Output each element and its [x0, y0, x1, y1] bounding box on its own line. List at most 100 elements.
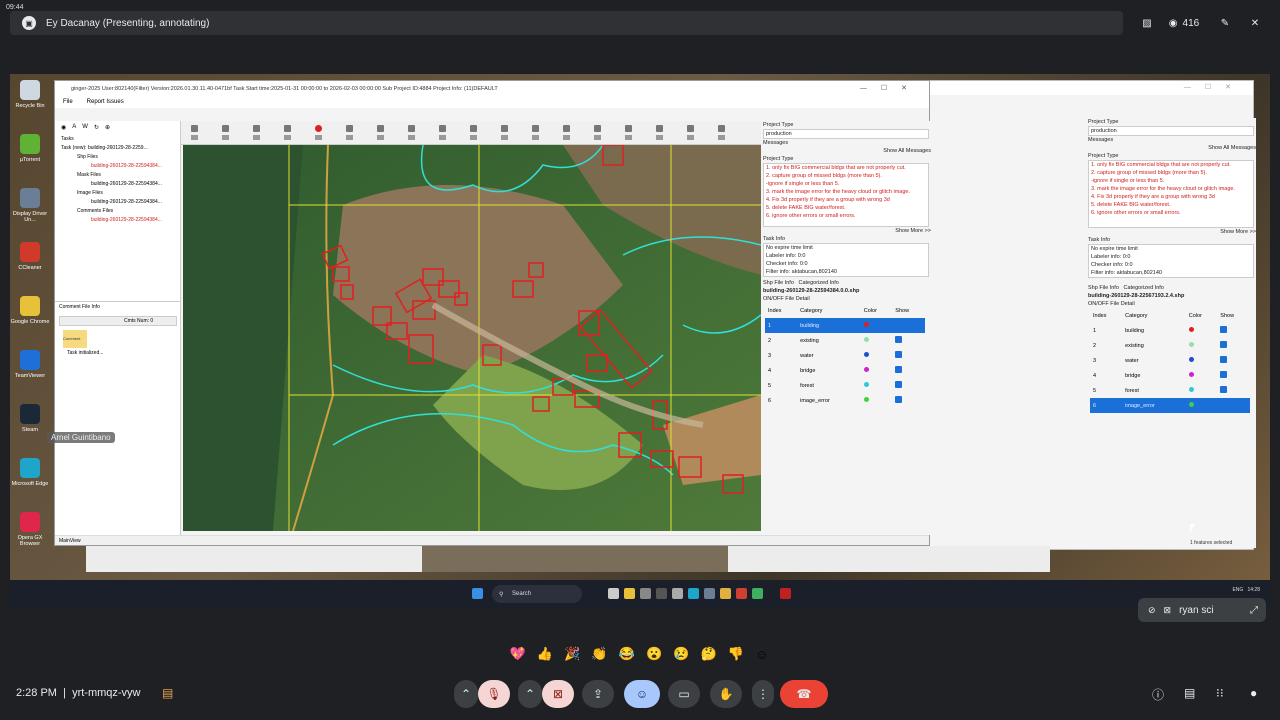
color-swatch[interactable] — [1188, 357, 1194, 362]
desktop-icon[interactable]: Display Driver Un... — [10, 188, 50, 238]
tree-task[interactable]: Task (new): building-260129-28-2259... — [55, 144, 180, 153]
desktop-icon[interactable]: Google Chrome — [10, 296, 50, 346]
text-w-icon[interactable]: W — [82, 124, 88, 130]
edit-tool-icon[interactable] — [594, 125, 601, 132]
table-row[interactable]: 5 forest — [1090, 383, 1250, 398]
tool-icon[interactable] — [222, 135, 229, 140]
cursor-tool-icon[interactable] — [191, 125, 198, 132]
app-taskbar-icon[interactable] — [752, 588, 763, 599]
tree-image-file[interactable]: building-260129-28-22594384... — [55, 198, 180, 207]
desktop-icon[interactable]: Microsoft Edge — [10, 458, 50, 508]
camera-toggle-button[interactable]: ⊠ — [542, 680, 574, 708]
desktop-icon[interactable]: Steam — [10, 404, 50, 454]
raise-hand-button[interactable]: ✋ — [710, 680, 742, 708]
thumbs-up-reaction[interactable]: 👍 — [537, 646, 553, 662]
color-swatch[interactable] — [863, 367, 869, 372]
desktop-icon[interactable]: TeamViewer — [10, 350, 50, 400]
zoom-in-tool-icon[interactable] — [253, 125, 260, 132]
tool-icon[interactable] — [656, 135, 663, 140]
rect-tool-icon[interactable] — [408, 125, 415, 132]
host-controls-icon[interactable]: ▤ — [162, 686, 173, 700]
participants-button[interactable]: ◉ 416 — [1162, 13, 1206, 33]
color-swatch[interactable] — [863, 397, 869, 402]
show-checkbox[interactable] — [1220, 386, 1228, 393]
show-all-messages-link[interactable]: Show All Messages — [761, 147, 931, 155]
desktop-icon[interactable]: CCleaner — [10, 242, 50, 292]
show-checkbox[interactable] — [895, 366, 903, 373]
thumbs-down-reaction[interactable]: 👎 — [728, 646, 744, 662]
color-swatch[interactable] — [1188, 387, 1194, 392]
present-screen-button[interactable]: ⇪ — [582, 680, 614, 708]
tool-icon[interactable] — [377, 135, 384, 140]
show-checkbox[interactable] — [895, 321, 903, 328]
steam-taskbar-icon[interactable] — [656, 588, 667, 599]
self-view-tile[interactable]: ⊘ ⊠ ryan sci ⤢ — [1138, 598, 1266, 622]
windows-start-icon[interactable] — [472, 588, 483, 599]
radio-icon[interactable]: ◉ — [61, 124, 66, 131]
comment-sticky-note[interactable]: Comment — [63, 330, 87, 348]
record-tool-icon[interactable] — [315, 125, 322, 132]
table-row[interactable]: 4 bridge — [765, 363, 925, 378]
expand-icon[interactable]: ⤢ — [1250, 605, 1258, 616]
task-view-icon[interactable] — [608, 588, 619, 599]
color-swatch[interactable] — [1188, 327, 1194, 332]
tool-icon[interactable] — [284, 135, 291, 140]
snap-tool-icon[interactable] — [563, 125, 570, 132]
laugh-reaction[interactable]: 😂 — [619, 646, 635, 662]
app-taskbar-icon[interactable] — [780, 588, 791, 599]
menu-file[interactable]: File — [63, 99, 73, 105]
tree-root[interactable]: Tasks — [55, 135, 180, 144]
tool-icon[interactable] — [563, 135, 570, 140]
undo-tool-icon[interactable] — [656, 125, 663, 132]
color-swatch[interactable] — [863, 337, 869, 342]
show-checkbox[interactable] — [1220, 401, 1228, 408]
table-row[interactable]: 5 forest — [765, 378, 925, 393]
tool-icon[interactable] — [253, 135, 260, 140]
host-lock-icon[interactable]: ● — [1250, 686, 1257, 700]
table-row[interactable]: 1 building — [1090, 323, 1250, 338]
app-taskbar-icon[interactable] — [672, 588, 683, 599]
audio-options-chevron[interactable]: ⌃ — [454, 680, 478, 708]
tool-icon[interactable] — [315, 135, 322, 140]
explorer-taskbar-icon[interactable] — [720, 588, 731, 599]
chat-icon[interactable]: ▤ — [1184, 686, 1195, 700]
desktop-icon[interactable]: Recycle Bin — [10, 80, 50, 130]
onoff-file-detail-checkbox[interactable]: ON/OFF File Detail — [761, 295, 931, 303]
tool-icon[interactable] — [191, 135, 198, 140]
tool-icon[interactable] — [532, 135, 539, 140]
app-taskbar-icon[interactable] — [704, 588, 715, 599]
color-swatch[interactable] — [1188, 402, 1194, 407]
tree-shp-group[interactable]: Shp Files — [55, 153, 180, 162]
surprised-reaction[interactable]: 😮 — [646, 646, 662, 662]
settings-icon[interactable]: ⊕ — [105, 124, 110, 131]
mic-toggle-button[interactable]: 🎙 — [478, 680, 510, 708]
table-row[interactable]: 6 image_error — [1090, 398, 1250, 413]
app-taskbar-icon[interactable] — [640, 588, 651, 599]
tool-icon[interactable] — [687, 135, 694, 140]
show-checkbox[interactable] — [895, 351, 903, 358]
grid-tool-icon[interactable] — [718, 125, 725, 132]
menu-report-issues[interactable]: Report Issues — [87, 99, 124, 105]
sad-reaction[interactable]: 😢 — [673, 646, 689, 662]
tool-icon[interactable] — [594, 135, 601, 140]
layers-tool-icon[interactable] — [222, 125, 229, 132]
chrome-taskbar-icon[interactable] — [624, 588, 635, 599]
leave-call-button[interactable]: ☎ — [780, 680, 828, 708]
meeting-info-icon[interactable]: ⓘ — [1152, 686, 1164, 703]
tree-image-group[interactable]: Image Files — [55, 189, 180, 198]
show-checkbox[interactable] — [895, 336, 903, 343]
table-row[interactable]: 6 image_error — [765, 393, 925, 408]
split-tool-icon[interactable] — [501, 125, 508, 132]
table-row[interactable]: 4 bridge — [1090, 368, 1250, 383]
color-swatch[interactable] — [863, 352, 869, 357]
satellite-map-canvas[interactable] — [183, 145, 761, 531]
table-row[interactable]: 3 water — [1090, 353, 1250, 368]
tool-icon[interactable] — [408, 135, 415, 140]
ginger-app-window[interactable]: ginger-2025 User:802140(Filter) Version:… — [54, 80, 931, 546]
zoom-out-tool-icon[interactable] — [284, 125, 291, 132]
tool-icon[interactable] — [718, 135, 725, 140]
annotate-pen-icon[interactable]: ✎ — [1218, 13, 1232, 33]
add-reaction-icon[interactable]: ☺ — [755, 647, 768, 662]
delete-tool-icon[interactable] — [625, 125, 632, 132]
tab-categorized-info[interactable]: Categorized Info — [798, 280, 838, 286]
